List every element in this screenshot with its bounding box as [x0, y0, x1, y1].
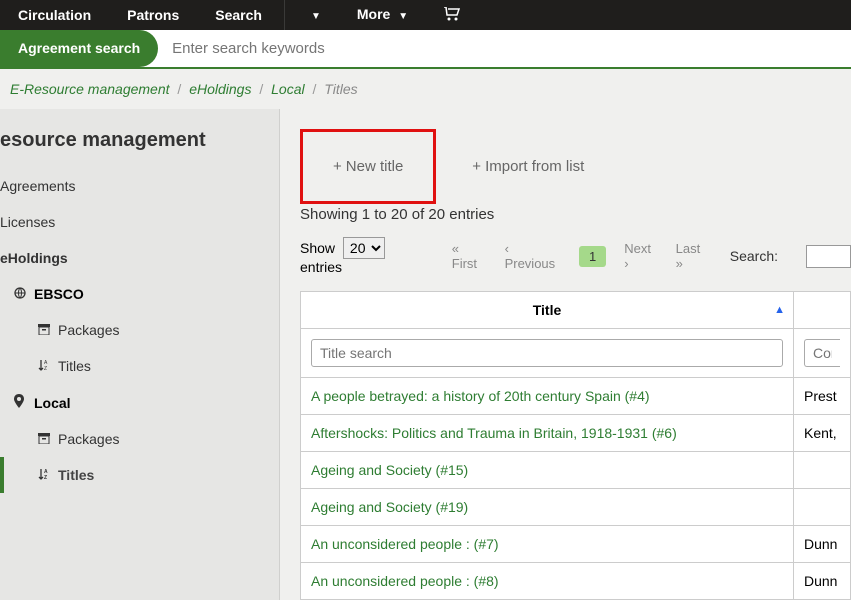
entries-selector: Show 20 entries [300, 237, 432, 275]
title-link[interactable]: An unconsidered people : (#7) [311, 536, 499, 552]
show-label: Show [300, 240, 335, 256]
pager-next[interactable]: Next › [624, 241, 657, 271]
sidebar-provider-local[interactable]: Local [0, 384, 279, 421]
title-link[interactable]: Ageing and Society (#19) [311, 499, 468, 515]
table-row: Ageing and Society (#19) [301, 489, 851, 526]
page-size-select[interactable]: 20 [343, 237, 385, 259]
content-area: + New title + Import from list Showing 1… [280, 109, 851, 600]
sidebar-item-ebsco-titles[interactable]: AZ Titles [0, 348, 279, 384]
sidebar-item-ebsco-packages[interactable]: Packages [0, 312, 279, 348]
highlight-annotation: + New title [300, 129, 436, 204]
titles-table: Title ▲ A people betrayed: a history [300, 291, 851, 600]
toolbar: + New title + Import from list [300, 129, 851, 204]
nav-patrons[interactable]: Patrons [109, 0, 197, 30]
pager-previous[interactable]: ‹ Previous [505, 241, 561, 271]
import-from-list-button[interactable]: + Import from list [456, 146, 600, 187]
title-search-filter[interactable] [311, 339, 783, 367]
nav-caret-menu[interactable]: ▼ [289, 0, 339, 32]
contributor-search-filter[interactable] [804, 339, 840, 367]
contributor-cell: Dunn [794, 563, 851, 600]
column-header-contributor[interactable] [794, 292, 851, 329]
table-row: Ageing and Society (#15) [301, 452, 851, 489]
globe-icon [14, 286, 28, 302]
table-search-label: Search: [730, 248, 778, 264]
pin-icon [14, 394, 28, 411]
plus-icon: + [333, 158, 342, 175]
nav-divider [284, 0, 285, 30]
title-link[interactable]: Ageing and Society (#15) [311, 462, 468, 478]
title-link[interactable]: Aftershocks: Politics and Trauma in Brit… [311, 425, 677, 441]
table-row: An unconsidered people : (#8) Dunn [301, 563, 851, 600]
nav-circulation[interactable]: Circulation [0, 0, 109, 30]
pager: « First ‹ Previous 1 Next › Last » [452, 241, 710, 271]
archive-icon [38, 431, 52, 447]
showing-entries-text: Showing 1 to 20 of 20 entries [300, 206, 851, 223]
archive-icon [38, 322, 52, 338]
contributor-cell: Prest [794, 378, 851, 415]
pagination-row: Show 20 entries « First ‹ Previous 1 Nex… [300, 237, 851, 275]
sidebar-item-local-packages[interactable]: Packages [0, 421, 279, 457]
sidebar-item-licenses[interactable]: Licenses [0, 204, 279, 240]
svg-text:Z: Z [44, 366, 47, 371]
title-link[interactable]: An unconsidered people : (#8) [311, 573, 499, 589]
sidebar-heading: esource management [0, 129, 279, 168]
breadcrumb-eholdings[interactable]: eHoldings [189, 81, 251, 97]
entries-label: entries [300, 259, 342, 275]
nav-more[interactable]: More ▼ [339, 0, 426, 32]
title-link[interactable]: A people betrayed: a history of 20th cen… [311, 388, 650, 404]
table-search-input[interactable] [806, 245, 851, 268]
sort-az-icon: AZ [38, 467, 52, 483]
sidebar-item-agreements[interactable]: Agreements [0, 168, 279, 204]
search-keywords-input[interactable] [158, 30, 851, 67]
contributor-cell: Dunn [794, 526, 851, 563]
column-header-title[interactable]: Title ▲ [301, 292, 794, 329]
breadcrumb: E-Resource management / eHoldings / Loca… [0, 69, 851, 109]
svg-text:Z: Z [44, 475, 47, 480]
contributor-cell: Kent, [794, 415, 851, 452]
contributor-cell [794, 489, 851, 526]
search-bar: Agreement search [0, 30, 851, 69]
search-tab-agreement[interactable]: Agreement search [0, 30, 158, 67]
sidebar-item-local-titles[interactable]: AZ Titles [0, 457, 279, 493]
pager-first[interactable]: « First [452, 241, 487, 271]
new-title-button[interactable]: + New title [303, 132, 433, 201]
pager-current-page[interactable]: 1 [579, 246, 606, 267]
sort-az-icon: AZ [38, 358, 52, 374]
cart-icon[interactable] [426, 7, 478, 24]
plus-icon: + [472, 158, 481, 175]
title-filter-cell [301, 329, 794, 378]
nav-search[interactable]: Search [197, 0, 280, 30]
breadcrumb-current: Titles [324, 81, 357, 97]
contributor-cell [794, 452, 851, 489]
breadcrumb-root[interactable]: E-Resource management [10, 81, 170, 97]
table-row: Aftershocks: Politics and Trauma in Brit… [301, 415, 851, 452]
top-navigation: Circulation Patrons Search ▼ More ▼ [0, 0, 851, 30]
table-row: A people betrayed: a history of 20th cen… [301, 378, 851, 415]
sidebar-provider-ebsco[interactable]: EBSCO [0, 276, 279, 312]
pager-last[interactable]: Last » [676, 241, 710, 271]
table-row: An unconsidered people : (#7) Dunn [301, 526, 851, 563]
breadcrumb-local[interactable]: Local [271, 81, 304, 97]
sidebar: esource management Agreements Licenses e… [0, 109, 280, 600]
main-layout: esource management Agreements Licenses e… [0, 109, 851, 600]
sidebar-group-eholdings[interactable]: eHoldings [0, 240, 279, 276]
contributor-filter-cell [794, 329, 851, 378]
sort-asc-icon: ▲ [774, 304, 785, 316]
